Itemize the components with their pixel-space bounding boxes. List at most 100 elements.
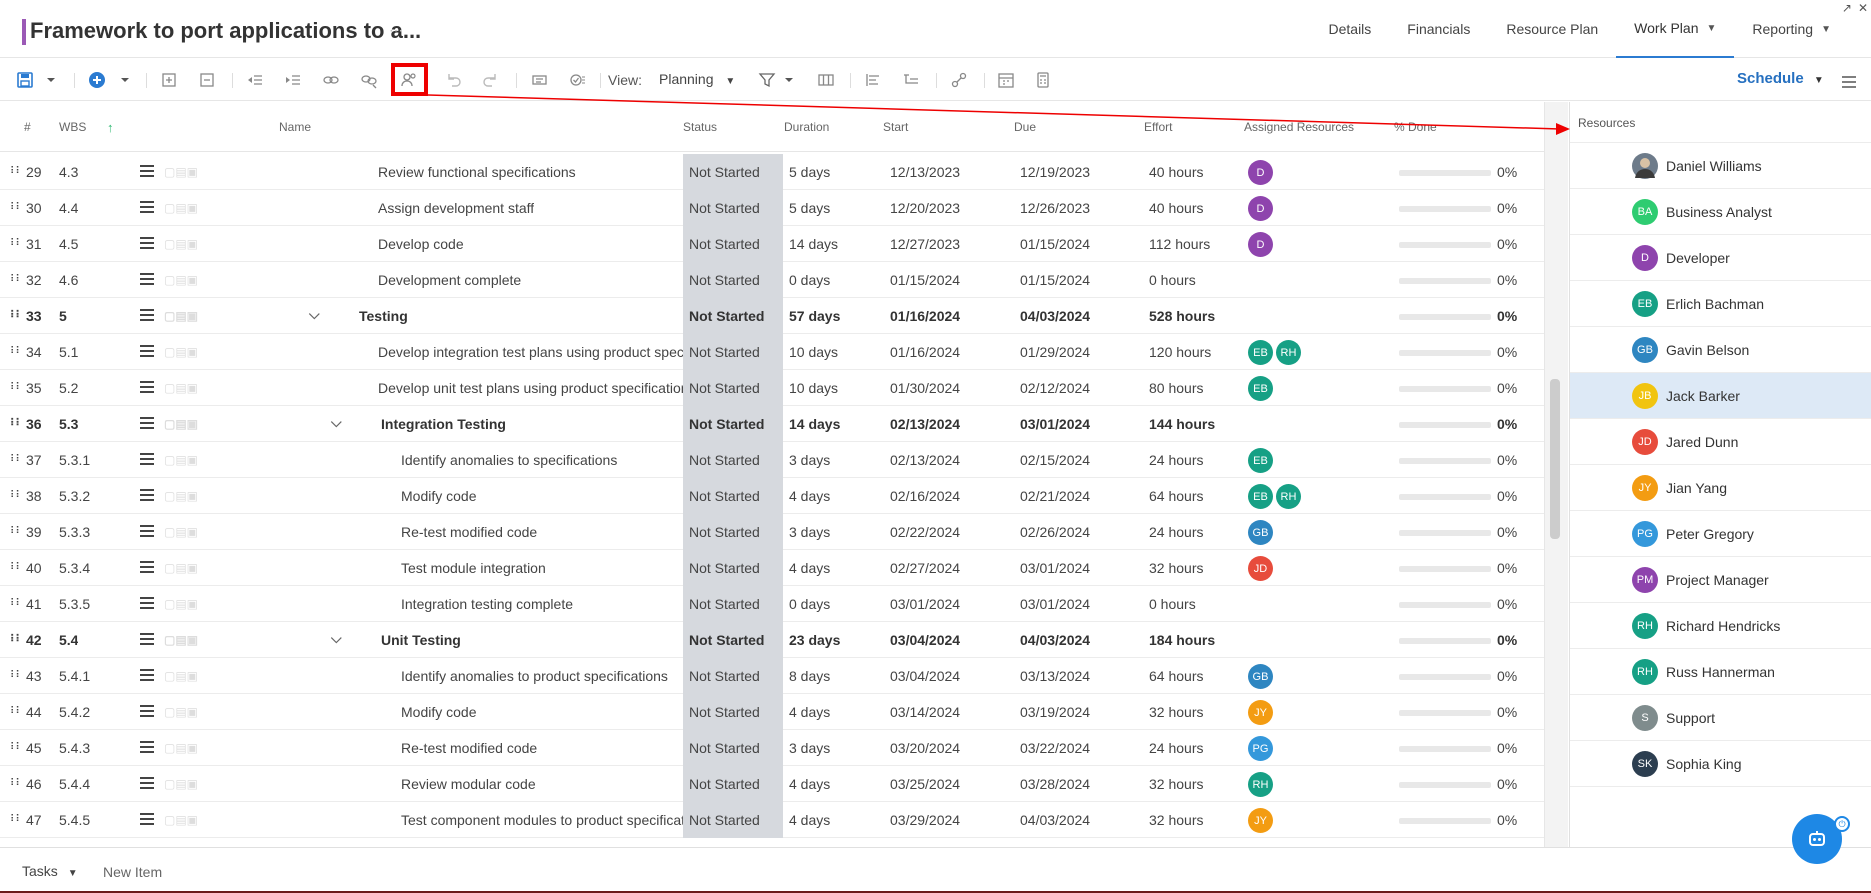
due-cell[interactable]: 04/03/2024 xyxy=(1020,308,1090,324)
row-action-icons[interactable]: ▢▤▣ xyxy=(164,453,198,467)
task-name[interactable]: Testing xyxy=(359,308,408,324)
close-icon[interactable]: ✕ xyxy=(1858,1,1868,15)
avatar[interactable]: JY xyxy=(1248,700,1273,725)
chevron-down-icon[interactable]: ⌵ xyxy=(331,414,342,431)
duration-cell[interactable]: 10 days xyxy=(789,344,838,360)
avatar[interactable]: EB xyxy=(1248,340,1273,365)
effort-cell[interactable]: 64 hours xyxy=(1149,488,1203,504)
row-menu-icon[interactable] xyxy=(140,309,154,321)
drag-handle-icon[interactable]: ⠇⠇ xyxy=(10,562,23,573)
start-cell[interactable]: 01/15/2024 xyxy=(890,272,960,288)
start-cell[interactable]: 02/27/2024 xyxy=(890,560,960,576)
columns-icon[interactable] xyxy=(815,69,837,91)
status-cell[interactable]: Not Started xyxy=(683,262,783,298)
effort-cell[interactable]: 40 hours xyxy=(1149,200,1203,216)
duration-cell[interactable]: 5 days xyxy=(789,200,830,216)
table-row[interactable]: ⠇⠇ 34 5.1 ▢▤▣ Develop integration test plans… xyxy=(0,334,1544,370)
table-row[interactable]: ⠇⠇ 43 5.4.1 ▢▤▣ Identify anomalies to produc… xyxy=(0,658,1544,694)
save-options-chevron-icon[interactable] xyxy=(40,69,62,91)
row-action-icons[interactable]: ▢▤▣ xyxy=(164,309,198,323)
row-action-icons[interactable]: ▢▤▣ xyxy=(164,561,198,575)
resource-item[interactable]: GB Gavin Belson xyxy=(1570,327,1871,373)
task-name[interactable]: Modify code xyxy=(401,704,476,720)
effort-cell[interactable]: 24 hours xyxy=(1149,452,1203,468)
row-action-icons[interactable]: ▢▤▣ xyxy=(164,237,198,251)
drag-handle-icon[interactable]: ⠇⠇ xyxy=(10,670,23,681)
assigned-avatars[interactable]: EB RH xyxy=(1248,484,1301,509)
drag-handle-icon[interactable]: ⠇⠇ xyxy=(10,706,23,717)
row-action-icons[interactable]: ▢▤▣ xyxy=(164,741,198,755)
row-action-icons[interactable]: ▢▤▣ xyxy=(164,705,198,719)
view-select[interactable]: Planning ▼ xyxy=(659,71,735,87)
assigned-avatars[interactable]: D xyxy=(1248,160,1273,185)
assigned-avatars[interactable]: GB xyxy=(1248,664,1273,689)
scrollbar-thumb[interactable] xyxy=(1550,379,1560,539)
start-cell[interactable]: 03/14/2024 xyxy=(890,704,960,720)
mark-complete-icon[interactable] xyxy=(566,69,588,91)
due-cell[interactable]: 03/13/2024 xyxy=(1020,668,1090,684)
drag-handle-icon[interactable]: ⠇⠇ xyxy=(10,346,23,357)
assigned-avatars[interactable]: JY xyxy=(1248,808,1273,833)
effort-cell[interactable]: 80 hours xyxy=(1149,380,1203,396)
table-row[interactable]: ⠇⠇ 46 5.4.4 ▢▤▣ Review modular code Not Start… xyxy=(0,766,1544,802)
drag-handle-icon[interactable]: ⠇⠇ xyxy=(10,310,23,321)
nav-reporting[interactable]: Reporting ▼ xyxy=(1734,0,1849,58)
indent-icon[interactable] xyxy=(282,69,304,91)
task-name[interactable]: Modify code xyxy=(401,488,476,504)
due-cell[interactable]: 03/01/2024 xyxy=(1020,560,1090,576)
col-name[interactable]: Name xyxy=(279,120,311,134)
status-cell[interactable]: Not Started xyxy=(683,622,783,658)
due-cell[interactable]: 03/19/2024 xyxy=(1020,704,1090,720)
task-name[interactable]: Develop unit test plans using product sp… xyxy=(378,380,683,396)
resource-item[interactable]: S Support xyxy=(1570,695,1871,741)
row-menu-icon[interactable] xyxy=(140,669,154,681)
resource-item[interactable]: Daniel Williams xyxy=(1570,143,1871,189)
outdent-icon[interactable] xyxy=(244,69,266,91)
due-cell[interactable]: 01/15/2024 xyxy=(1020,236,1090,252)
resource-item[interactable]: BA Business Analyst xyxy=(1570,189,1871,235)
assigned-avatars[interactable]: EB xyxy=(1248,376,1273,401)
row-menu-icon[interactable] xyxy=(140,417,154,429)
table-row[interactable]: ⠇⠇ 32 4.6 ▢▤▣ Development complete Not Starte… xyxy=(0,262,1544,298)
task-name[interactable]: Integration testing complete xyxy=(401,596,573,612)
task-name[interactable]: Unit Testing xyxy=(381,632,461,648)
start-cell[interactable]: 03/29/2024 xyxy=(890,812,960,828)
drag-handle-icon[interactable]: ⠇⠇ xyxy=(10,202,23,213)
effort-cell[interactable]: 0 hours xyxy=(1149,272,1196,288)
effort-cell[interactable]: 24 hours xyxy=(1149,524,1203,540)
row-menu-icon[interactable] xyxy=(140,453,154,465)
status-cell[interactable]: Not Started xyxy=(683,550,783,586)
task-name[interactable]: Re-test modified code xyxy=(401,524,537,540)
avatar[interactable]: PG xyxy=(1248,736,1273,761)
table-row[interactable]: ⠇⠇ 45 5.4.3 ▢▤▣ Re-test modified code Not Sta… xyxy=(0,730,1544,766)
table-row[interactable]: ⠇⠇ 47 5.4.5 ▢▤▣ Test component modules to pr… xyxy=(0,802,1544,838)
table-row[interactable]: ⠇⠇ 41 5.3.5 ▢▤▣ Integration testing complete… xyxy=(0,586,1544,622)
row-action-icons[interactable]: ▢▤▣ xyxy=(164,525,198,539)
popout-icon[interactable]: ↗ xyxy=(1842,1,1852,15)
table-row[interactable]: ⠇⠇ 38 5.3.2 ▢▤▣ Modify code Not Started 4 days… xyxy=(0,478,1544,514)
row-menu-icon[interactable] xyxy=(140,345,154,357)
row-action-icons[interactable]: ▢▤▣ xyxy=(164,813,198,827)
row-menu-icon[interactable] xyxy=(140,381,154,393)
drag-handle-icon[interactable]: ⠇⠇ xyxy=(10,598,23,609)
status-cell[interactable]: Not Started xyxy=(683,298,783,334)
due-cell[interactable]: 03/01/2024 xyxy=(1020,416,1090,432)
resource-item[interactable]: SK Sophia King xyxy=(1570,741,1871,787)
effort-cell[interactable]: 0 hours xyxy=(1149,596,1196,612)
tasks-dropdown[interactable]: Tasks ▼ xyxy=(22,863,78,879)
row-action-icons[interactable]: ▢▤▣ xyxy=(164,201,198,215)
effort-cell[interactable]: 24 hours xyxy=(1149,740,1203,756)
new-item-button[interactable]: New Item xyxy=(103,864,162,880)
table-row[interactable]: ⠇⠇ 42 5.4 ▢▤▣ ⌵ Unit Testing Not Started 23 day… xyxy=(0,622,1544,658)
table-row[interactable]: ⠇⠇ 40 5.3.4 ▢▤▣ Test module integration Not S… xyxy=(0,550,1544,586)
status-cell[interactable]: Not Started xyxy=(683,334,783,370)
col-assigned[interactable]: Assigned Resources xyxy=(1244,120,1354,134)
table-row[interactable]: ⠇⠇ 35 5.2 ▢▤▣ Develop unit test plans using … xyxy=(0,370,1544,406)
status-cell[interactable]: Not Started xyxy=(683,514,783,550)
drag-handle-icon[interactable]: ⠇⠇ xyxy=(10,238,23,249)
row-action-icons[interactable]: ▢▤▣ xyxy=(164,417,198,431)
avatar[interactable]: JD xyxy=(1248,556,1273,581)
resource-item[interactable]: EB Erlich Bachman xyxy=(1570,281,1871,327)
drag-handle-icon[interactable]: ⠇⠇ xyxy=(10,274,23,285)
resource-item[interactable]: RH Russ Hannerman xyxy=(1570,649,1871,695)
